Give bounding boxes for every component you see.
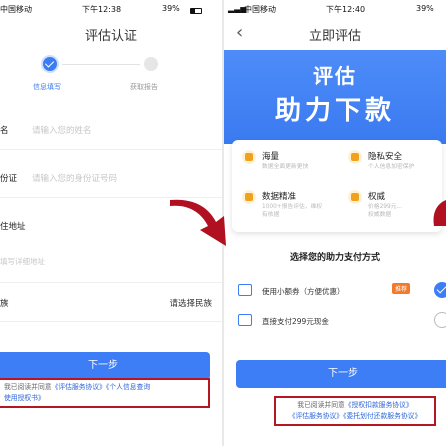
feature-title: 海量: [262, 152, 280, 162]
agreement-highlight: 我已阅读并同意《评估服务协议》《个人信息查询 使用授权书》: [0, 378, 210, 408]
page-title: 立即评估: [308, 29, 361, 44]
address-input[interactable]: 填写详细地址: [0, 256, 45, 267]
name-field-row[interactable]: 名 请输入您的姓名: [0, 110, 222, 150]
medal-icon: [348, 190, 362, 204]
step-label-info: 信息填写: [33, 83, 61, 91]
info-query-link[interactable]: 《个人信息查询: [106, 383, 150, 391]
radio-checked-icon[interactable]: [434, 282, 446, 298]
wallet-icon: [238, 314, 252, 326]
address-label: 住地址: [0, 222, 26, 232]
radio-unchecked-icon[interactable]: [434, 312, 446, 328]
feature-card: 海量 数据全面更新更快 隐私安全 个人信息加密保护 数据精准 1000+报告评估…: [232, 140, 442, 232]
right-screen: ▂▃▅ 中国移动 下午12:40 39% ‹ 立即评估 评估 助力下款 海量 数…: [224, 0, 446, 446]
next-button[interactable]: 下一步: [0, 352, 210, 380]
repayment-agreement-link[interactable]: 《委托划付还款服务协议》: [343, 412, 421, 420]
feature-item: 数据精准 1000+报告评估，维权 有依据: [236, 186, 336, 226]
pay-option-label: 直接支付299元现金: [262, 317, 329, 326]
hero-subtitle: 助力下款: [274, 96, 395, 126]
step-pending-icon: [144, 57, 158, 71]
pay-option-label: 使用小额券（方便优惠）: [262, 287, 345, 296]
shield-icon: [348, 150, 362, 164]
ethnic-select[interactable]: 请选择民族: [169, 297, 212, 309]
clock: 下午12:40: [326, 5, 366, 14]
carrier-label: 中国移动: [0, 5, 32, 14]
target-icon: [242, 190, 256, 204]
annotation-arrow-icon: [170, 199, 226, 246]
step-connector: [62, 64, 140, 65]
feature-title: 隐私安全: [368, 152, 403, 162]
feature-item: 海量 数据全面更新更快: [236, 146, 336, 186]
feature-sub: 个人信息加密保护: [368, 164, 415, 170]
id-number-input[interactable]: 请输入您的身份证号码: [32, 172, 117, 184]
feature-sub: 数据全面更新更快: [262, 164, 309, 170]
ethnic-field-row[interactable]: 族 请选择民族: [0, 282, 222, 322]
authorization-link[interactable]: 使用授权书》: [4, 394, 45, 402]
feature-item: 隐私安全 个人信息加密保护: [342, 146, 442, 186]
service-agreement-link[interactable]: 《评估服务协议》: [52, 383, 106, 391]
battery-percent: 39%: [416, 4, 434, 13]
coupon-icon: [238, 284, 252, 296]
step-label-report: 获取报告: [130, 83, 158, 91]
hero-title: 评估: [313, 64, 357, 88]
clock: 下午12:38: [82, 5, 122, 14]
navbar: 评估认证: [0, 16, 222, 50]
database-icon: [242, 150, 256, 164]
step-indicator: 信息填写 获取报告: [0, 52, 222, 100]
agreement-prefix: 我已阅读并同意: [4, 383, 52, 391]
navbar: ‹ 立即评估: [224, 16, 446, 50]
name-label: 名: [0, 126, 9, 136]
page-title: 评估认证: [84, 29, 137, 44]
id-label: 份证: [0, 174, 18, 184]
step-check-icon: [43, 57, 57, 71]
feature-title: 数据精准: [262, 192, 297, 202]
feature-sub: 权威数据: [368, 212, 392, 218]
id-field-row[interactable]: 份证 请输入您的身份证号码: [0, 158, 222, 198]
recommend-badge: 推荐: [392, 283, 411, 294]
payment-section-title: 选择您的助力支付方式: [289, 253, 380, 263]
pay-option-cash[interactable]: 直接支付299元现金: [224, 310, 446, 336]
debit-agreement-link[interactable]: 《授权扣款服务协议》: [345, 401, 413, 409]
service-agreement-link[interactable]: 《评估服务协议》: [289, 412, 343, 420]
feature-sub: 有依据: [262, 212, 280, 218]
annotation-arrow-icon: [433, 200, 446, 226]
pay-option-coupon[interactable]: 使用小额券（方便优惠） 推荐: [224, 280, 446, 306]
feature-title: 权威: [368, 192, 386, 202]
status-bar: 中国移动 下午12:38 39%: [0, 0, 222, 16]
carrier-label: 中国移动: [244, 5, 276, 14]
feature-sub: 1000+报告评估，维权: [262, 204, 323, 210]
ethnic-label: 族: [0, 299, 9, 309]
name-input[interactable]: 请输入您的姓名: [32, 124, 92, 136]
status-bar: ▂▃▅ 中国移动 下午12:40 39%: [224, 0, 446, 16]
agreement-prefix: 我已阅读并同意: [297, 401, 345, 409]
next-button[interactable]: 下一步: [236, 360, 446, 388]
agreement-highlight: 我已阅读并同意《授权扣款服务协议》 《评估服务协议》《委托划付还款服务协议》: [274, 396, 436, 426]
feature-sub: 价格299元...: [368, 204, 402, 210]
battery-percent: 39%: [162, 4, 180, 13]
